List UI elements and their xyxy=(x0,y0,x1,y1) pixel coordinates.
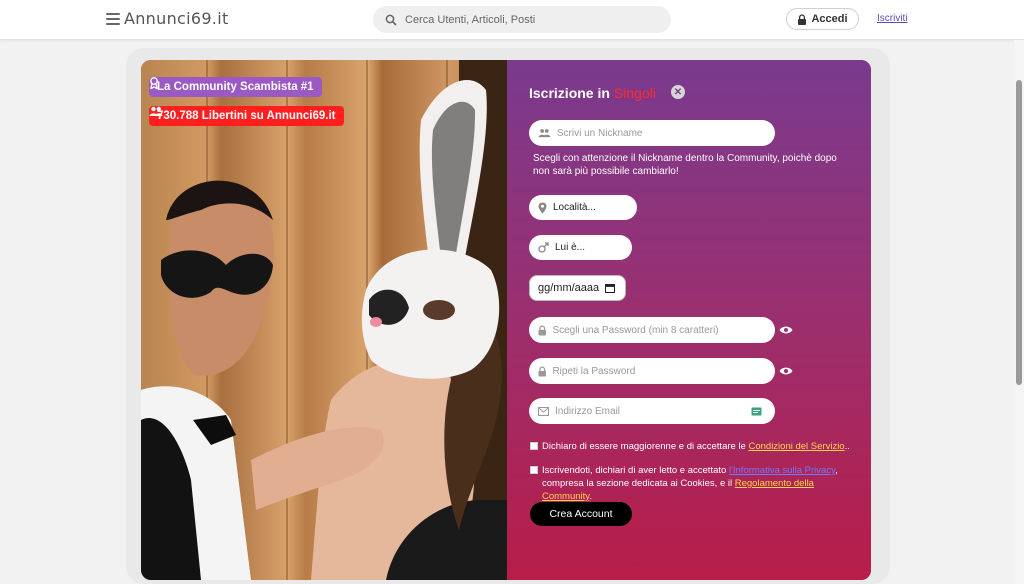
signup-form: Iscrizione in Singoli ✕ Scegli con atten… xyxy=(507,60,871,580)
members-count-badge: 730.788 Libertini su Annunci69.it xyxy=(149,106,344,126)
email-autofill-icon[interactable] xyxy=(751,407,762,416)
members-count-label: 730.788 Libertini su Annunci69.it xyxy=(157,110,336,122)
site-logo[interactable]: Annunci69.it xyxy=(124,9,229,28)
form-title: Iscrizione in Singoli xyxy=(529,85,656,101)
show-password-repeat-eye-icon[interactable] xyxy=(779,366,793,376)
lock-icon xyxy=(798,13,807,25)
top-navbar: Annunci69.it Accedi Iscriviti xyxy=(0,0,1024,40)
location-value: Località... xyxy=(553,202,596,213)
password-repeat-input[interactable] xyxy=(552,365,775,377)
gender-value: Lui è... xyxy=(555,242,586,253)
nickname-hint: Scegli con attenzione il Nickname dentro… xyxy=(533,153,837,177)
form-title-text: Iscrizione in xyxy=(529,85,610,101)
privacy-checkbox-row[interactable]: Iscrivendoti, dichiari di aver letto e a… xyxy=(530,464,860,503)
show-password-eye-icon[interactable] xyxy=(779,325,793,335)
search-bar[interactable] xyxy=(373,6,671,33)
birthdate-field[interactable]: gg/mm/aaaa xyxy=(529,275,626,301)
male-symbol-icon xyxy=(538,242,549,253)
location-pin-icon xyxy=(538,202,547,213)
privacy-link[interactable]: l'Informativa sulla Privacy xyxy=(729,465,835,476)
brand[interactable]: Annunci69.it xyxy=(106,9,229,28)
community-rank-badge: La Community Scambista #1 xyxy=(149,77,322,97)
close-icon[interactable]: ✕ xyxy=(671,85,685,99)
privacy-checkbox[interactable] xyxy=(530,466,538,474)
lock-icon xyxy=(538,365,546,376)
terms-link[interactable]: Condizioni del Servizio xyxy=(748,441,844,452)
gender-select[interactable]: Lui è... xyxy=(529,235,632,260)
page-scrollbar[interactable] xyxy=(1014,40,1024,584)
nickname-input[interactable] xyxy=(556,127,775,139)
signup-link[interactable]: Iscriviti xyxy=(877,13,908,24)
community-rank-label: La Community Scambista #1 xyxy=(157,81,314,93)
location-select[interactable]: Località... xyxy=(529,195,637,220)
email-input[interactable] xyxy=(555,405,745,417)
privacy-text: Iscrivendoti, dichiari di aver letto e a… xyxy=(542,465,838,502)
password-field[interactable] xyxy=(529,317,775,343)
email-field[interactable] xyxy=(529,398,775,424)
calendar-icon[interactable] xyxy=(605,283,616,293)
envelope-icon xyxy=(538,406,549,416)
terms-text: Dichiaro di essere maggiorenne e di acce… xyxy=(542,441,850,452)
login-label: Accedi xyxy=(811,13,848,25)
menu-icon[interactable] xyxy=(106,12,120,25)
award-icon xyxy=(150,77,158,89)
password-repeat-field[interactable] xyxy=(529,358,775,384)
search-icon xyxy=(385,14,397,26)
login-button[interactable]: Accedi xyxy=(786,8,859,30)
signup-card: La Community Scambista #1 730.788 Libert… xyxy=(141,60,871,580)
terms-checkbox[interactable] xyxy=(530,442,538,450)
password-input[interactable] xyxy=(552,324,775,336)
nickname-field[interactable] xyxy=(529,120,775,146)
masked-couple-illustration xyxy=(141,60,507,580)
search-input[interactable] xyxy=(405,13,655,26)
scrollbar-thumb[interactable] xyxy=(1016,80,1022,385)
create-account-button[interactable]: Crea Account xyxy=(530,502,632,526)
users-icon xyxy=(149,106,163,116)
form-title-accent: Singoli xyxy=(613,85,656,101)
terms-checkbox-row[interactable]: Dichiaro di essere maggiorenne e di acce… xyxy=(530,440,860,453)
birthdate-value: gg/mm/aaaa xyxy=(538,282,600,294)
hero-photo: La Community Scambista #1 730.788 Libert… xyxy=(141,60,507,580)
lock-icon xyxy=(538,324,546,335)
users-icon xyxy=(538,129,551,138)
